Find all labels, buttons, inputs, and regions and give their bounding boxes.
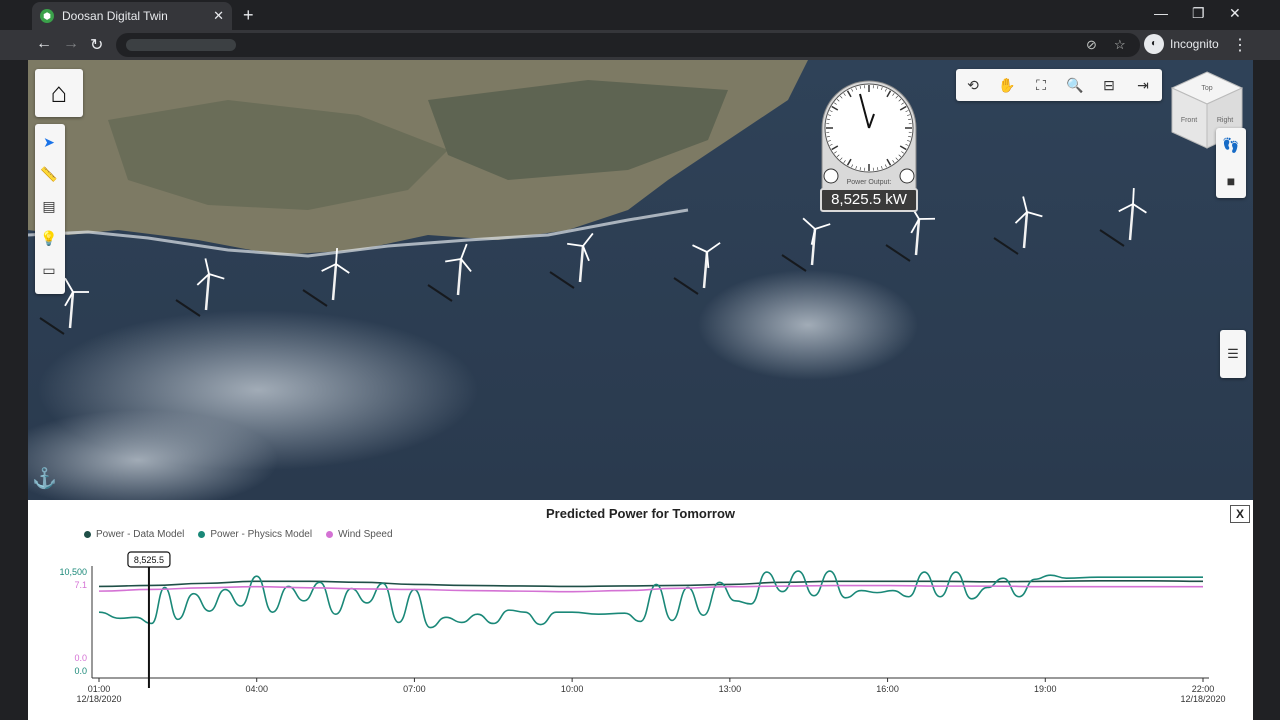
gauge-label: Power Output: [847, 179, 892, 186]
blurred-url [126, 39, 236, 51]
measure-icon[interactable]: 📏 [35, 158, 63, 190]
incognito-icon: ◐ [1144, 34, 1164, 54]
cursor-label: 8,525.5 [134, 555, 164, 565]
forward-icon[interactable]: → [63, 35, 79, 53]
x-tick-label: 04:00 [245, 684, 268, 694]
back-icon[interactable]: ← [36, 35, 52, 53]
tab-close-icon[interactable]: ✕ [213, 8, 224, 24]
y-tick-label: 10,500 [59, 567, 87, 577]
top-toolbar: ⟲ ✋ ⛶ 🔍 ⊟ ⇥ [956, 69, 1162, 101]
browser-menu-icon[interactable]: ⋮ [1232, 35, 1248, 55]
tab-title: Doosan Digital Twin [62, 9, 168, 23]
home-button[interactable]: ⌂ [35, 69, 83, 117]
x-tick-label: 22:00 [1192, 684, 1215, 694]
walk-icon[interactable]: 👣 [1216, 128, 1246, 163]
aerial-scene [28, 60, 1253, 500]
new-tab-icon[interactable]: + [243, 5, 254, 26]
power-output-gauge: Power Output: 8,525.5 kW [820, 78, 918, 214]
gauge-value: 8,525.5 kW [820, 188, 918, 212]
y-tick-label: 7.1 [74, 580, 87, 590]
window-icon[interactable]: ▭ [35, 254, 63, 286]
incognito-indicator[interactable]: ◐ Incognito [1144, 34, 1219, 54]
left-toolbar: ➤ 📏 ▤ 💡 ▭ [35, 124, 65, 294]
video-camera-icon[interactable]: ■ [1216, 163, 1246, 198]
light-bulb-icon[interactable]: 💡 [35, 222, 63, 254]
section-icon[interactable]: ▤ [35, 190, 63, 222]
x-tick-label: 19:00 [1034, 684, 1057, 694]
maximize-icon[interactable]: ❐ [1192, 5, 1205, 22]
window-close-icon[interactable]: ✕ [1229, 5, 1241, 22]
power-chart[interactable]: 10,5007.10.00.001:00 04:00 07:00 10:00 13:00… [28, 500, 1253, 720]
y-tick-label: 0.0 [74, 653, 87, 663]
camera-view-icon[interactable]: ⊟ [1092, 69, 1126, 101]
fullscreen-icon[interactable]: ⇥ [1126, 69, 1160, 101]
address-bar[interactable]: ⊘ ☆ [116, 33, 1140, 57]
cube-right-label: Right [1217, 117, 1233, 124]
right-toolbar: 👣 ■ [1216, 128, 1246, 198]
reload-icon[interactable]: ↻ [90, 35, 103, 55]
gauge-move-icon[interactable] [823, 168, 839, 184]
cube-top-label: Top [1201, 85, 1212, 92]
digital-twin-3d-viewport[interactable]: ⌂ ➤ 📏 ▤ 💡 ▭ ⟲ ✋ ⛶ 🔍 ⊟ ⇥ Top Front Right … [28, 60, 1253, 500]
series-line-power-data-model [98, 580, 1204, 588]
doosan-logo-icon: ⬢ [40, 9, 54, 23]
x-date-label: 12/18/2020 [76, 694, 121, 704]
select-arrow-icon[interactable]: ➤ [35, 126, 63, 158]
minimize-icon[interactable]: — [1154, 5, 1168, 21]
browser-tab-bar: ⬢ Doosan Digital Twin ✕ + — ❐ ✕ [0, 0, 1280, 30]
rotate-icon[interactable]: ⟲ [956, 69, 990, 101]
model-tree-icon: ☰ [1227, 346, 1239, 361]
zoom-icon[interactable]: 🔍 [1058, 69, 1092, 101]
model-tree-button[interactable]: ☰ [1220, 330, 1246, 378]
pan-hand-icon[interactable]: ✋ [990, 69, 1024, 101]
x-tick-label: 07:00 [403, 684, 426, 694]
turbine-blade [1132, 187, 1135, 205]
x-tick-label: 10:00 [561, 684, 584, 694]
cloud [698, 270, 918, 380]
eye-off-icon[interactable]: ⊘ [1086, 37, 1097, 53]
predicted-power-panel: Predicted Power for Tomorrow X Power - D… [28, 500, 1253, 720]
series-line-power-physics-model [98, 570, 1204, 629]
gauge-settings-icon[interactable] [899, 168, 915, 184]
y-tick-label: 0.0 [74, 666, 87, 676]
browser-toolbar: ← → ↻ ⊘ ☆ ⋮ [0, 30, 1280, 60]
x-date-label: 12/18/2020 [1180, 694, 1225, 704]
fit-view-icon[interactable]: ⛶ [1024, 69, 1058, 101]
incognito-label: Incognito [1170, 37, 1219, 51]
home-icon: ⌂ [50, 77, 68, 108]
gauge-dial: Power Output: [821, 80, 917, 190]
x-tick-label: 13:00 [719, 684, 742, 694]
cube-front-label: Front [1181, 117, 1197, 124]
browser-tab[interactable]: ⬢ Doosan Digital Twin ✕ [32, 2, 232, 30]
x-tick-label: 01:00 [88, 684, 111, 694]
turbine-blade [335, 247, 339, 265]
anchor-icon[interactable]: ⚓ [32, 466, 58, 492]
bookmark-star-icon[interactable]: ☆ [1114, 37, 1126, 53]
x-tick-label: 16:00 [876, 684, 899, 694]
